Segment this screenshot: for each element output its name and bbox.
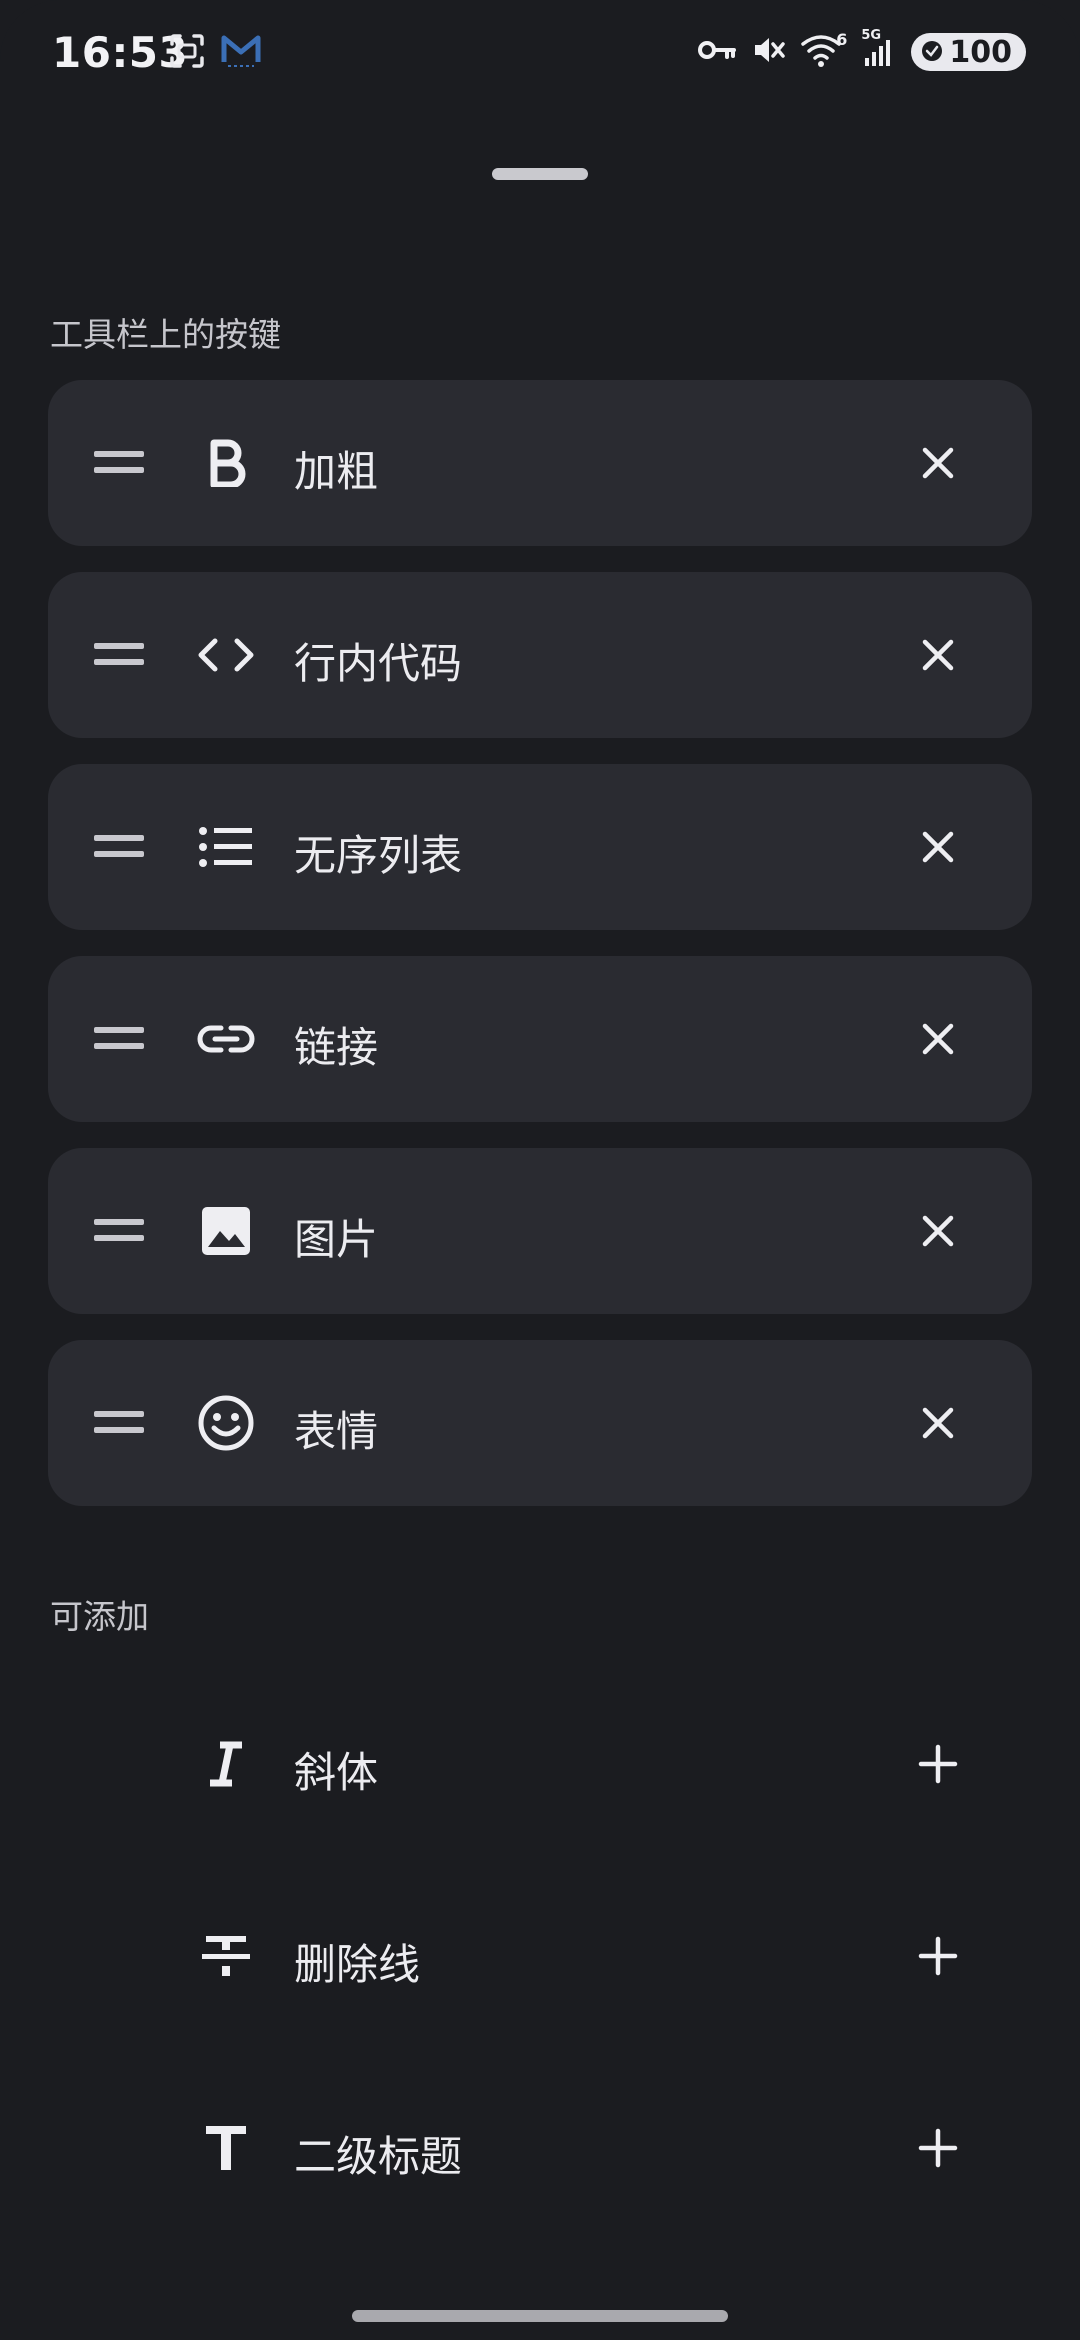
reorder-handle-icon[interactable] (94, 641, 144, 669)
available-section-title: 可添加 (50, 1597, 149, 1636)
wifi-label: 6 (836, 30, 848, 49)
add-button[interactable] (910, 1736, 966, 1792)
bold-icon (194, 431, 258, 495)
toolbar-item-label: 链接 (294, 1023, 379, 1072)
italic-icon (194, 1732, 258, 1796)
heading-icon (194, 2116, 258, 2180)
emoji-icon (194, 1391, 258, 1455)
toolbar-item-label: 图片 (294, 1215, 379, 1264)
battery-level: 100 (949, 34, 1012, 70)
remove-button[interactable] (910, 627, 966, 683)
available-item-label: 删除线 (294, 1940, 421, 1989)
toolbar-item[interactable]: 链接 (48, 956, 1032, 1122)
close-icon (922, 447, 954, 479)
status-bar: 16:53 6 5G 100 (0, 0, 1080, 110)
toolbar-item[interactable]: 无序列表 (48, 764, 1032, 930)
toolbar-item-label: 表情 (294, 1407, 379, 1456)
available-item[interactable]: 二级标题 (48, 2052, 1032, 2244)
available-item-label: 斜体 (294, 1748, 379, 1797)
close-icon (922, 1407, 954, 1439)
reorder-handle-icon[interactable] (94, 1025, 144, 1053)
toolbar-item-label: 行内代码 (294, 639, 463, 688)
toolbar-item-label: 无序列表 (294, 831, 463, 880)
close-icon (922, 1023, 954, 1055)
screenshot-icon (168, 32, 206, 74)
mail-app-icon (220, 32, 262, 74)
reorder-handle-icon[interactable] (94, 1409, 144, 1437)
mute-icon (751, 32, 787, 72)
battery-shield-icon (921, 35, 943, 70)
code-icon (194, 623, 258, 687)
link-icon (194, 1007, 258, 1071)
home-indicator[interactable] (352, 2310, 728, 2322)
bullet-list-icon (194, 815, 258, 879)
remove-button[interactable] (910, 1395, 966, 1451)
toolbar-item-label: 加粗 (294, 447, 379, 496)
reorder-handle-icon[interactable] (94, 1217, 144, 1245)
reorder-handle-icon[interactable] (94, 449, 144, 477)
close-icon (922, 639, 954, 671)
plus-icon (918, 1936, 958, 1976)
wifi-icon: 6 (801, 30, 847, 70)
vpn-key-icon (697, 35, 737, 69)
close-icon (922, 1215, 954, 1247)
remove-button[interactable] (910, 1011, 966, 1067)
toolbar-item[interactable]: 表情 (48, 1340, 1032, 1506)
toolbar-item[interactable]: 行内代码 (48, 572, 1032, 738)
remove-button[interactable] (910, 1203, 966, 1259)
reorder-handle-icon[interactable] (94, 833, 144, 861)
available-item[interactable]: 斜体 (48, 1668, 1032, 1860)
plus-icon (918, 1744, 958, 1784)
toolbar-item[interactable]: 图片 (48, 1148, 1032, 1314)
add-button[interactable] (910, 2120, 966, 2176)
available-item-label: 二级标题 (294, 2132, 463, 2181)
toolbar-section-title: 工具栏上的按键 (50, 315, 281, 354)
toolbar-items-list: 加粗 行内代码 无序列表 链接 图片 表情 (48, 380, 1032, 1532)
remove-button[interactable] (910, 819, 966, 875)
available-items-list: 斜体 删除线 二级标题 (48, 1668, 1032, 2244)
strikethrough-icon (194, 1924, 258, 1988)
toolbar-item[interactable]: 加粗 (48, 380, 1032, 546)
available-item[interactable]: 删除线 (48, 1860, 1032, 2052)
toolbar-settings-sheet: 16:53 6 5G 100 工具栏上的按键 加粗 行内代码 无序列表 链接 图… (0, 0, 1080, 2340)
battery-indicator: 100 (911, 33, 1026, 71)
sheet-drag-handle[interactable] (492, 168, 588, 180)
add-button[interactable] (910, 1928, 966, 1984)
image-icon (194, 1199, 258, 1263)
plus-icon (918, 2128, 958, 2168)
remove-button[interactable] (910, 435, 966, 491)
close-icon (922, 831, 954, 863)
signal-icon: 5G (861, 28, 897, 70)
